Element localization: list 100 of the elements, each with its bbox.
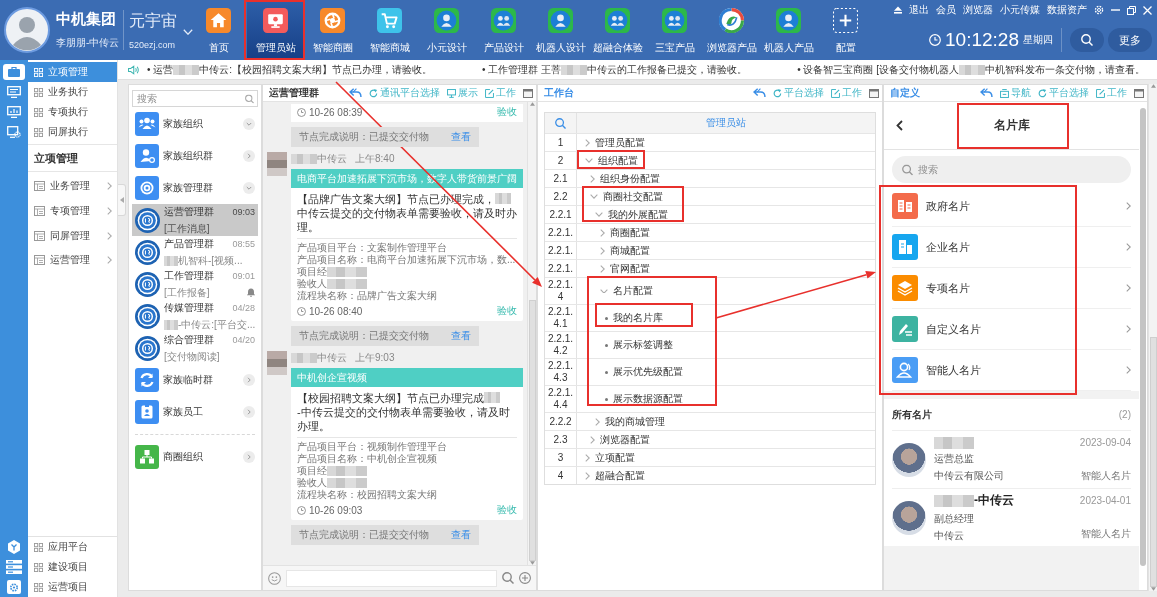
- close-button[interactable]: [1143, 5, 1152, 15]
- scrollbar-thumb[interactable]: [1140, 108, 1146, 566]
- app-tab[interactable]: 超融合体验: [589, 0, 646, 60]
- panel-title: 运营管理群: [269, 86, 319, 100]
- app-tab[interactable]: 机器人设计: [532, 0, 589, 60]
- group-item[interactable]: 家族组织: [132, 108, 258, 140]
- chat-item[interactable]: 运营管理群 09:03 [工作消息]: [132, 204, 258, 236]
- tree-item[interactable]: 立项配置: [577, 449, 875, 466]
- scrollbar[interactable]: [1148, 84, 1157, 591]
- nav-item[interactable]: 业务管理: [28, 174, 117, 199]
- chat-item[interactable]: 工作管理群 09:01 [工作报备]: [132, 268, 258, 300]
- photo-placeholder: [892, 442, 926, 477]
- app-tab[interactable]: 智能商圈: [304, 0, 361, 60]
- chat-item[interactable]: 产品管理群 08:55 机智科-[视频...: [132, 236, 258, 268]
- group-item[interactable]: 家族组织群: [132, 140, 258, 172]
- tree-item[interactable]: 展示优先级配置: [577, 359, 875, 385]
- eject-button[interactable]: [894, 6, 902, 14]
- reply-button[interactable]: [349, 88, 362, 98]
- scrollbar-thumb[interactable]: [1149, 336, 1157, 587]
- tree-item[interactable]: 商圈配置: [577, 224, 875, 241]
- add-app-button[interactable]: 配置: [817, 0, 874, 60]
- chat-item[interactable]: 综合管理群 04/20 [交付物阅读]: [132, 332, 258, 364]
- robot-icon: [548, 8, 573, 33]
- tree-item[interactable]: 展示标签调整: [577, 332, 875, 358]
- redacted-block: [291, 154, 317, 164]
- more-button[interactable]: 更多: [1108, 28, 1152, 52]
- app-tab[interactable]: 管理员站: [247, 0, 304, 60]
- app-tab[interactable]: 首页: [190, 0, 247, 60]
- scrollbar-thumb[interactable]: [528, 300, 536, 561]
- tree-item[interactable]: 超融合配置: [577, 467, 875, 484]
- header-link[interactable]: 浏览器: [963, 3, 993, 17]
- ticker-text: • 设备智三宝商圈 [设备交付物机器人: [797, 62, 959, 77]
- row-number: 2.2.1.4.3: [545, 359, 577, 385]
- smile-icon: [268, 571, 281, 585]
- emoji-button[interactable]: [268, 571, 281, 585]
- tree-item[interactable]: 管理员配置: [577, 134, 875, 151]
- group-item[interactable]: 家族员工: [132, 396, 258, 428]
- app-tab[interactable]: 小元设计: [418, 0, 475, 60]
- tree-item[interactable]: 官网配置: [577, 260, 875, 277]
- category-item[interactable]: 政府名片: [892, 186, 1131, 227]
- message-preview: [交付物阅读]: [164, 349, 220, 364]
- tree-item[interactable]: 我的名片库: [577, 305, 875, 331]
- group-item[interactable]: 家族临时群: [132, 364, 258, 396]
- scrollbar[interactable]: [527, 102, 536, 565]
- chat-name: 综合管理群: [164, 332, 215, 347]
- maximize-button[interactable]: [1134, 88, 1144, 98]
- reply-button[interactable]: [753, 88, 766, 98]
- chat-time: 09:03: [232, 206, 255, 217]
- header-link[interactable]: 数据资产: [1047, 3, 1087, 17]
- chat-item[interactable]: 传媒管理群 04/28 -中传云:[平台交...: [132, 300, 258, 332]
- card-time: 10-26 08:40: [309, 305, 363, 317]
- maximize-button[interactable]: [869, 88, 879, 98]
- category-item[interactable]: 企业名片: [892, 227, 1131, 268]
- search-button[interactable]: [555, 117, 566, 129]
- chevron-right-icon: [1126, 284, 1131, 292]
- maximize-button[interactable]: [523, 88, 533, 98]
- tree-item[interactable]: 我的外展配置: [577, 206, 875, 223]
- header-link[interactable]: 退出: [909, 3, 929, 17]
- back-button[interactable]: [896, 120, 903, 131]
- nav-item[interactable]: 同屏管理: [28, 223, 117, 249]
- bullet-icon: [605, 370, 608, 374]
- tree-item[interactable]: 浏览器配置: [577, 431, 875, 448]
- dropdown-button[interactable]: [183, 29, 193, 35]
- collapse-handle[interactable]: [118, 184, 126, 216]
- app-tab[interactable]: 产品设计: [475, 0, 532, 60]
- app-tab[interactable]: 机器人产品: [760, 0, 817, 60]
- search-field[interactable]: 搜索: [132, 90, 258, 107]
- group-item[interactable]: 商圈组织: [132, 441, 258, 473]
- nav-item[interactable]: 运营管理: [28, 248, 117, 273]
- message-input[interactable]: [286, 569, 497, 587]
- tree-item[interactable]: 名片配置: [577, 278, 875, 304]
- rotate-icon: [135, 368, 159, 392]
- tree-item[interactable]: 组织身份配置: [577, 170, 875, 187]
- tree-item[interactable]: 组织配置: [577, 152, 875, 169]
- tree-item[interactable]: 我的商城管理: [577, 413, 875, 430]
- search-field[interactable]: 搜索: [892, 156, 1131, 183]
- header-link[interactable]: 小元传媒: [1000, 3, 1040, 17]
- ticker-text: 中传云:【校园招聘文案大纲】节点已办理，请验收。: [199, 62, 433, 77]
- restore-button[interactable]: [1127, 5, 1136, 15]
- add-button[interactable]: [519, 572, 531, 584]
- category-item[interactable]: 专项名片: [892, 268, 1131, 309]
- reply-button[interactable]: [980, 88, 993, 98]
- tree-item[interactable]: 商城配置: [577, 242, 875, 259]
- nav-item[interactable]: 专项管理: [28, 198, 117, 224]
- group-item[interactable]: 家族管理群: [132, 172, 258, 204]
- search-button[interactable]: [1070, 28, 1104, 52]
- search-button[interactable]: [502, 572, 514, 584]
- reply-icon: [753, 88, 766, 98]
- redacted-block: [495, 193, 511, 204]
- tree-item[interactable]: 商圈社交配置: [577, 188, 875, 205]
- app-tab[interactable]: 智能商城: [361, 0, 418, 60]
- app-tab[interactable]: 浏览器产品: [703, 0, 760, 60]
- settings-button[interactable]: [1094, 5, 1104, 15]
- ticker-text: 中传云的工作报备已提交，请验收。: [587, 62, 748, 77]
- header-link[interactable]: 会员: [936, 3, 956, 17]
- category-item[interactable]: 自定义名片: [892, 309, 1131, 350]
- app-tab[interactable]: 三宝产品: [646, 0, 703, 60]
- cart-icon: [377, 8, 402, 33]
- monitor-chart-icon: [7, 106, 21, 118]
- tree-item[interactable]: 展示数据源配置: [577, 386, 875, 412]
